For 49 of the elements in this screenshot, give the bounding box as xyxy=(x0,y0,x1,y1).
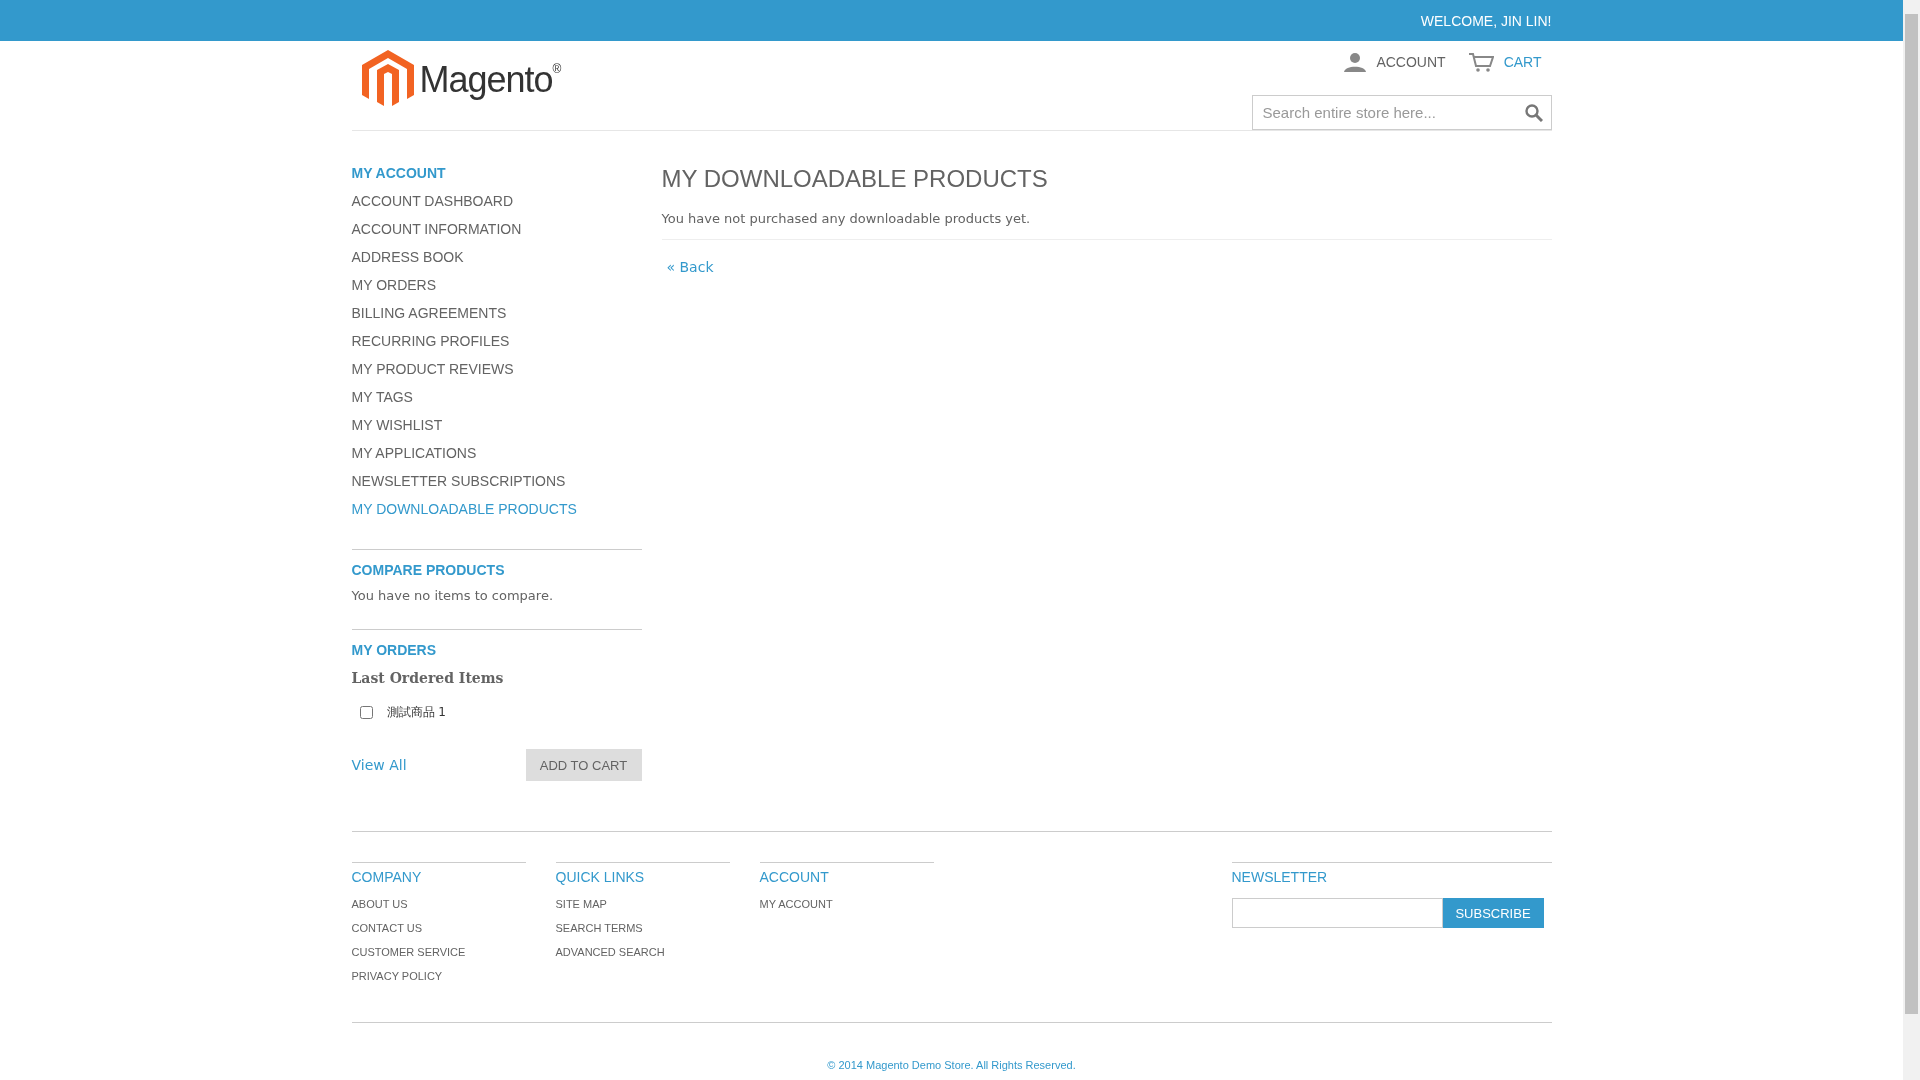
footer-heading: NEWSLETTER xyxy=(1231,869,1329,885)
message-text: You have not purchased any downloadable products yet. xyxy=(661,211,1031,226)
footer-heading: COMPANY xyxy=(351,869,423,885)
sidebar-item[interactable]: ACCOUNT DASHBOARD xyxy=(351,187,642,215)
cart-link[interactable]: CART xyxy=(1467,52,1542,72)
sidebar-item[interactable]: NEWSLETTER SUBSCRIPTIONS xyxy=(351,467,642,495)
footer-link[interactable]: ADVANCED SEARCH xyxy=(555,946,730,970)
footer-heading: ACCOUNT xyxy=(759,869,830,885)
sidebar-item[interactable]: BILLING AGREEMENTS xyxy=(351,299,642,327)
back-link[interactable]: « Back xyxy=(666,259,714,275)
block-title: COMPARE PRODUCTS xyxy=(351,562,506,580)
sidebar-item[interactable]: MY TAGS xyxy=(351,383,642,411)
compare-text: You have no items to compare. xyxy=(351,588,555,603)
footer-link[interactable]: MY ACCOUNT xyxy=(759,898,934,922)
sidebar-item[interactable]: RECURRING PROFILES xyxy=(351,327,642,355)
subtitle: Last Ordered Items xyxy=(351,670,505,686)
sidebar-item[interactable]: MY PRODUCT REVIEWS xyxy=(351,355,642,383)
newsletter-field[interactable] xyxy=(1231,898,1443,928)
footer-link[interactable]: ABOUT US xyxy=(351,898,526,922)
search-bar[interactable]: Search entire store here... xyxy=(1251,95,1552,130)
footer-link[interactable]: CONTACT US xyxy=(351,922,526,946)
scrollbar[interactable] xyxy=(1903,0,1920,1080)
block-title: MY ORDERS xyxy=(351,642,438,660)
sidebar-item[interactable]: MY ORDERS xyxy=(351,271,642,299)
scroll-thumb[interactable] xyxy=(1905,14,1918,1014)
welcome-text: WELCOME, JIN LIN! xyxy=(1420,12,1552,29)
search-icon[interactable] xyxy=(1524,103,1543,122)
copyright-text: © 2014 Magento Demo Store. All Rights Reserved. xyxy=(827,1059,1076,1071)
footer-link[interactable]: CUSTOMER SERVICE xyxy=(351,946,526,970)
person-icon xyxy=(1344,52,1367,72)
registered-mark: ® xyxy=(552,62,562,76)
item-checkbox[interactable] xyxy=(359,706,373,719)
account-link[interactable]: ACCOUNT xyxy=(1344,52,1446,72)
footer-link[interactable]: PRIVACY POLICY xyxy=(351,970,526,994)
page-title: MY DOWNLOADABLE PRODUCTS xyxy=(661,165,1049,193)
footer-heading: QUICK LINKS xyxy=(555,869,646,885)
sidebar-title: MY ACCOUNT xyxy=(351,165,447,183)
footer-link[interactable]: SITE MAP xyxy=(555,898,730,922)
item-name: 測試商品 1 xyxy=(386,704,446,721)
sidebar-item[interactable]: MY WISHLIST xyxy=(351,411,642,439)
logo-text: Magento xyxy=(419,59,553,101)
add-to-cart-button[interactable]: ADD TO CART xyxy=(525,749,642,781)
view-all-link[interactable]: View All xyxy=(351,757,407,773)
footer-link[interactable]: SEARCH TERMS xyxy=(555,922,730,946)
cart-icon xyxy=(1467,52,1494,72)
sidebar-item[interactable]: MY DOWNLOADABLE PRODUCTS xyxy=(351,495,642,523)
sidebar-item[interactable]: ACCOUNT INFORMATION xyxy=(351,215,642,243)
sidebar-item[interactable]: ADDRESS BOOK xyxy=(351,243,642,271)
sidebar-item[interactable]: MY APPLICATIONS xyxy=(351,439,642,467)
